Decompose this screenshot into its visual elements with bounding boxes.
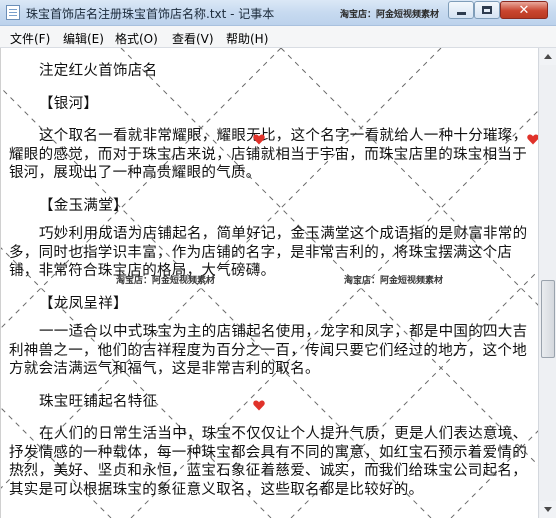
window-title: 珠宝首饰店名注册珠宝首饰店名称.txt - 记事本 [26,7,275,21]
scroll-thumb[interactable] [541,279,555,358]
document-subheading: 珠宝旺铺起名特征 [39,393,158,410]
minimize-button[interactable] [448,1,474,19]
section-title: 【银河】 [39,95,99,112]
section-body: 这个取名一看就非常耀眼，耀眼无比，这个名字一看就给人一种十分璀璨，耀眼的感觉，而… [9,128,528,181]
section-body: 巧妙利用成语为店铺起名，简单好记，金玉满堂这个成语指的是财富非常的多，同时也指学… [9,226,528,279]
menu-format[interactable]: 格式(O) [115,30,158,47]
notepad-icon [6,5,20,20]
text-editor[interactable]: 注定红火首饰店名 【银河】 这个取名一看就非常耀眼，耀眼无比，这个名字一看就给人… [0,48,538,518]
vertical-scrollbar[interactable] [538,48,556,518]
close-button[interactable]: ✕ [500,1,548,19]
document-text: 注定红火首饰店名 【银河】 这个取名一看就非常耀眼，耀眼无比，这个名字一看就给人… [9,48,529,499]
close-icon: ✕ [518,2,530,18]
closing-paragraph: 在人们的日常生活当中，珠宝不仅仅让个人提升气质，更是人们表达意境、抒发情感的一种… [9,426,528,498]
menu-help[interactable]: 帮助(H) [226,30,268,47]
menu-bar: 文件(F) 编辑(E) 格式(O) 查看(V) 帮助(H) [0,26,556,48]
menu-edit[interactable]: 编辑(E) [63,30,104,47]
chevron-down-icon [544,507,552,512]
heart-icon [253,134,265,145]
section-body: 一一适合以中式珠宝为主的店铺起名使用，龙字和凤字，都是中国的四大吉利神兽之一，他… [9,324,528,377]
maximize-icon [482,6,492,14]
scroll-up-button[interactable] [540,48,556,65]
maximize-button[interactable] [474,1,500,19]
menu-view[interactable]: 查看(V) [172,30,214,47]
watermark-text: 淘宝店：阿金短视频素材 [344,276,444,286]
heart-icon [253,400,265,411]
scroll-down-button[interactable] [540,501,556,518]
watermark-text: 淘宝店：阿金短视频素材 [116,276,216,286]
document-heading: 注定红火首饰店名 [39,63,158,79]
chevron-up-icon [544,54,552,59]
section-title: 【金玉满堂】 [39,197,128,214]
menu-file[interactable]: 文件(F) [10,30,50,47]
section-title: 【龙凤呈祥】 [39,295,128,312]
title-bar[interactable]: 珠宝首饰店名注册珠宝首饰店名称.txt - 记事本 淘宝店：阿金短视频素材 ✕ [0,0,556,26]
title-watermark: 淘宝店：阿金短视频素材 [340,10,440,20]
minimize-icon [456,11,466,15]
notepad-window: 珠宝首饰店名注册珠宝首饰店名称.txt - 记事本 淘宝店：阿金短视频素材 ✕ … [0,0,556,518]
heart-icon [527,134,538,145]
